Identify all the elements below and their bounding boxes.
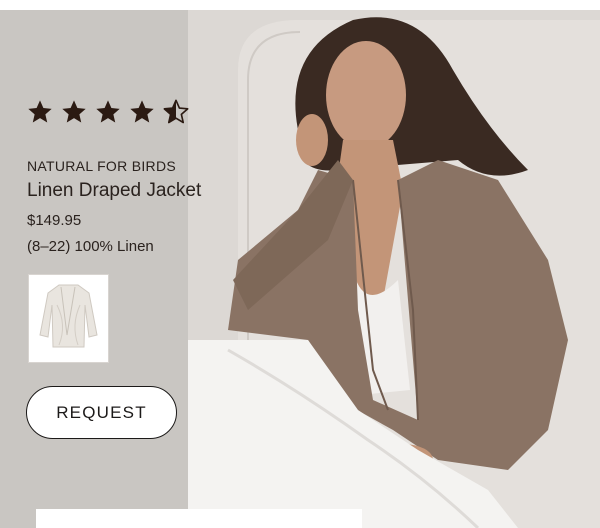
star-icon: [62, 100, 86, 123]
product-name[interactable]: Linen Draped Jacket: [27, 180, 201, 202]
star-icon: [96, 100, 120, 123]
star-icon: [28, 100, 52, 123]
product-details: (8–22) 100% Linen: [27, 238, 154, 255]
brand-name: NATURAL FOR BIRDS: [27, 158, 177, 174]
product-card: NATURAL FOR BIRDS Linen Draped Jacket $1…: [0, 0, 600, 528]
product-thumbnail[interactable]: [28, 274, 109, 363]
top-strip: [0, 0, 600, 10]
request-button[interactable]: REQUEST: [26, 386, 177, 439]
star-half-icon: [163, 99, 189, 124]
star-icon: [130, 100, 154, 123]
bottom-bar: [36, 509, 362, 528]
star-rating: [26, 98, 190, 126]
product-info-panel: [0, 10, 188, 528]
product-price: $149.95: [27, 212, 82, 229]
model-photo: [188, 10, 600, 528]
